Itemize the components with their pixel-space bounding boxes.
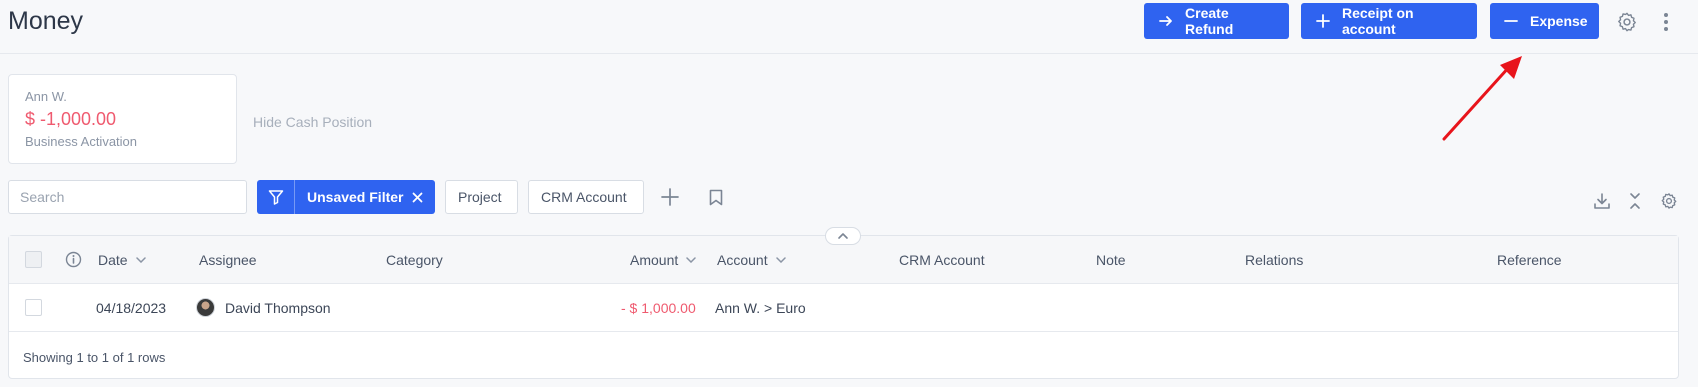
crm-account-filter-button[interactable]: CRM Account — [528, 180, 644, 214]
unsaved-filter-chip[interactable]: Unsaved Filter — [257, 180, 435, 214]
amount-header-label: Amount — [630, 252, 679, 268]
hide-cash-position-link[interactable]: Hide Cash Position — [253, 114, 372, 130]
row-checkbox[interactable] — [25, 299, 42, 316]
page-header: Money Create Refund Receipt on account E… — [0, 0, 1698, 54]
assignee-name: David Thompson — [225, 299, 331, 316]
chevron-down-icon — [135, 257, 146, 263]
cash-amount: $ -1,000.00 — [25, 109, 117, 129]
expense-label: Expense — [1530, 13, 1588, 29]
collapse-rows-icon[interactable] — [1624, 190, 1646, 212]
table-footer-rows-count: Showing 1 to 1 of 1 rows — [23, 350, 166, 365]
plus-icon — [1315, 13, 1330, 29]
column-header-account[interactable]: Account — [717, 252, 786, 268]
page-title: Money — [8, 7, 84, 35]
row-assignee: David Thompson — [196, 298, 331, 317]
cash-subtitle: Business Activation — [25, 134, 138, 149]
row-amount: - $ 1,000.00 — [621, 300, 696, 316]
column-header-assignee[interactable]: Assignee — [199, 252, 257, 268]
filter-icon — [257, 180, 295, 214]
account-header-label: Account — [717, 252, 768, 268]
column-header-date[interactable]: Date — [98, 252, 146, 268]
select-all-checkbox[interactable] — [25, 251, 42, 268]
search-input[interactable] — [8, 180, 247, 214]
receipt-on-account-button[interactable]: Receipt on account — [1301, 3, 1477, 39]
cash-position-card: Ann W. $ -1,000.00 Business Activation — [8, 74, 237, 164]
receipt-on-account-label: Receipt on account — [1342, 5, 1414, 37]
expense-button[interactable]: Expense — [1490, 3, 1599, 39]
chevron-down-icon — [686, 257, 696, 263]
arrow-right-icon — [1158, 13, 1173, 29]
column-header-crm-account[interactable]: CRM Account — [899, 252, 985, 268]
table-settings-gear-icon[interactable] — [1658, 190, 1680, 212]
column-header-relations[interactable]: Relations — [1245, 252, 1303, 268]
filter-label: Unsaved Filter — [307, 189, 404, 205]
project-filter-button[interactable]: Project — [445, 180, 518, 214]
avatar — [196, 298, 215, 317]
column-header-reference[interactable]: Reference — [1497, 252, 1562, 268]
cash-account-name: Ann W. — [25, 89, 67, 104]
chevron-up-icon[interactable] — [825, 227, 861, 245]
table-row[interactable]: 04/18/2023 David Thompson - $ 1,000.00 A… — [9, 284, 1678, 332]
annotation-arrow — [1442, 56, 1522, 141]
settings-gear-icon[interactable] — [1614, 9, 1640, 35]
more-options-icon[interactable] — [1653, 9, 1679, 35]
chevron-down-icon — [775, 257, 786, 263]
download-icon[interactable] — [1591, 190, 1613, 212]
column-header-note[interactable]: Note — [1096, 252, 1126, 268]
create-refund-label: Create Refund — [1185, 5, 1234, 37]
bookmark-icon[interactable] — [703, 184, 729, 210]
transactions-table: Date Assignee Category Amount Account CR… — [8, 235, 1679, 379]
row-date: 04/18/2023 — [96, 300, 167, 316]
row-account[interactable]: Ann W. > Euro — [715, 300, 806, 316]
minus-icon — [1504, 13, 1518, 29]
info-icon[interactable] — [65, 251, 82, 273]
create-refund-button[interactable]: Create Refund — [1144, 3, 1289, 39]
date-header-label: Date — [98, 252, 128, 268]
column-header-category[interactable]: Category — [386, 252, 443, 268]
close-icon[interactable] — [412, 180, 423, 214]
column-header-amount[interactable]: Amount — [630, 252, 696, 268]
add-filter-plus-icon[interactable] — [657, 184, 683, 210]
